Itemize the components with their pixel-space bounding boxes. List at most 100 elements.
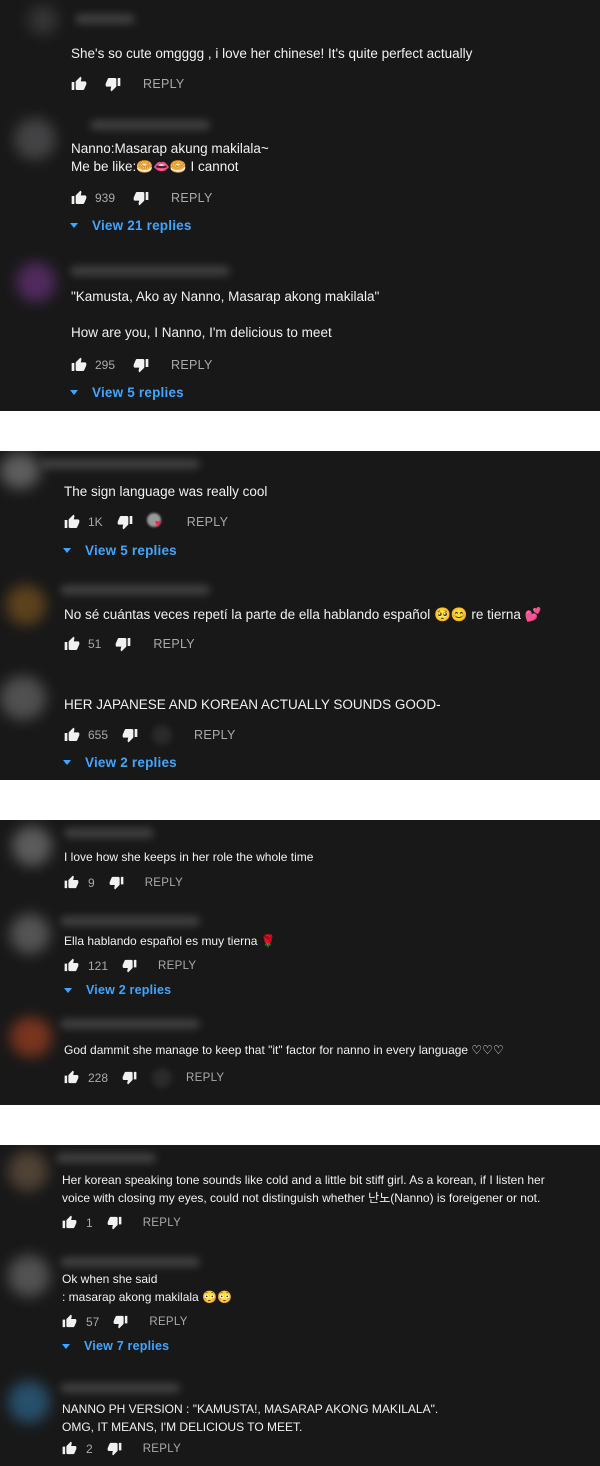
thumb-down-icon[interactable] <box>133 357 149 373</box>
comment-actions: 57 REPLY <box>62 1313 188 1331</box>
author-name[interactable] <box>56 1153 156 1163</box>
comment-actions: 121 REPLY <box>64 957 196 975</box>
thumb-down-icon[interactable] <box>113 1314 129 1330</box>
avatar[interactable] <box>0 453 40 489</box>
avatar[interactable] <box>12 826 52 866</box>
thumb-down-icon[interactable] <box>105 76 121 92</box>
comment-text: Nanno:Masarap akung makilala~ Me be like… <box>71 141 269 174</box>
comment: She's so cute omgggg , i love her chines… <box>0 0 600 100</box>
comment: The sign language was really cool 1K ♥ R… <box>0 451 600 571</box>
view-replies-button[interactable]: View 2 replies <box>63 755 177 770</box>
avatar[interactable] <box>16 262 56 302</box>
thumb-up-icon[interactable] <box>64 727 80 743</box>
comment-actions: REPLY <box>71 75 185 93</box>
avatar[interactable] <box>8 1381 50 1423</box>
expand-caret-icon <box>70 390 78 395</box>
like-count: 939 <box>95 191 116 205</box>
thumb-up-icon[interactable] <box>64 958 80 974</box>
thumb-up-icon[interactable] <box>62 1441 78 1457</box>
thumb-up-icon[interactable] <box>62 1314 78 1330</box>
comment-actions: 939 REPLY <box>71 189 213 207</box>
reply-button[interactable]: REPLY <box>186 1072 224 1084</box>
view-replies-button[interactable]: View 2 replies <box>64 983 171 997</box>
like-count: 228 <box>88 1071 109 1085</box>
avatar[interactable] <box>8 1151 48 1191</box>
reply-button[interactable]: REPLY <box>143 1443 181 1455</box>
avatar[interactable] <box>0 676 46 720</box>
view-replies-button[interactable]: View 5 replies <box>63 543 177 558</box>
comments-panel-2: The sign language was really cool 1K ♥ R… <box>0 451 600 780</box>
like-count: 121 <box>88 959 109 973</box>
author-name[interactable] <box>60 1257 200 1267</box>
reply-button[interactable]: REPLY <box>187 515 229 529</box>
expand-caret-icon <box>63 760 71 765</box>
comment: Nanno:Masarap akung makilala~ Me be like… <box>0 100 600 250</box>
author-name[interactable] <box>75 14 135 24</box>
expand-caret-icon <box>63 548 71 553</box>
thumb-down-icon[interactable] <box>109 875 125 891</box>
view-replies-button[interactable]: View 21 replies <box>70 218 192 233</box>
thumb-down-icon[interactable] <box>122 727 138 743</box>
creator-heart-icon <box>152 1068 173 1088</box>
thumb-up-icon[interactable] <box>71 76 87 92</box>
reply-button[interactable]: REPLY <box>153 637 195 651</box>
avatar[interactable] <box>8 1255 50 1297</box>
view-replies-button[interactable]: View 7 replies <box>62 1339 169 1353</box>
author-name[interactable] <box>60 1019 200 1029</box>
thumb-up-icon[interactable] <box>71 190 87 206</box>
expand-caret-icon <box>70 223 78 228</box>
like-count: 51 <box>88 637 102 651</box>
author-name[interactable] <box>90 120 210 130</box>
comment-text: The sign language was really cool <box>64 484 268 499</box>
avatar[interactable] <box>10 914 50 954</box>
reply-button[interactable]: REPLY <box>158 960 196 972</box>
comments-panel-1: She's so cute omgggg , i love her chines… <box>0 0 600 411</box>
author-name[interactable] <box>60 1383 180 1393</box>
reply-button[interactable]: REPLY <box>194 728 236 742</box>
reply-button[interactable]: REPLY <box>143 77 185 91</box>
like-count: 1 <box>86 1216 93 1230</box>
comment: Ok when she said : masarap akong makilal… <box>0 1245 600 1365</box>
thumb-up-icon[interactable] <box>64 1070 80 1086</box>
reply-button[interactable]: REPLY <box>143 1217 181 1229</box>
comment-text: NANNO PH VERSION : "KAMUSTA!, MASARAP AK… <box>62 1402 439 1434</box>
reply-button[interactable]: REPLY <box>149 1316 187 1328</box>
avatar[interactable] <box>14 118 56 160</box>
avatar[interactable] <box>10 1017 52 1057</box>
author-name[interactable] <box>60 585 210 595</box>
author-name[interactable] <box>60 916 200 926</box>
view-replies-button[interactable]: View 5 replies <box>70 385 184 400</box>
reply-button[interactable]: REPLY <box>171 358 213 372</box>
like-count: 655 <box>88 728 109 742</box>
thumb-up-icon[interactable] <box>64 514 80 530</box>
thumb-down-icon[interactable] <box>122 1070 138 1086</box>
creator-heart-icon: ♥ <box>146 513 165 531</box>
thumb-down-icon[interactable] <box>133 190 149 206</box>
comment: "Kamusta, Ako ay Nanno, Masarap akong ma… <box>0 250 600 411</box>
comment: Her korean speaking tone sounds like col… <box>0 1145 600 1245</box>
reply-button[interactable]: REPLY <box>145 877 183 889</box>
reply-button[interactable]: REPLY <box>171 191 213 205</box>
comment-actions: 228 REPLY <box>64 1068 224 1088</box>
comment-text: Ella hablando español es muy tierna 🌹 <box>64 934 276 948</box>
author-name[interactable] <box>64 828 154 838</box>
thumb-down-icon[interactable] <box>107 1441 123 1457</box>
thumb-up-icon[interactable] <box>62 1215 78 1231</box>
comment-actions: 295 REPLY <box>71 356 213 374</box>
author-name[interactable] <box>70 266 230 276</box>
view-replies-label: View 21 replies <box>92 218 192 233</box>
view-replies-label: View 5 replies <box>85 543 177 558</box>
thumb-up-icon[interactable] <box>64 636 80 652</box>
author-name[interactable] <box>40 459 200 469</box>
thumb-down-icon[interactable] <box>117 514 133 530</box>
thumb-down-icon[interactable] <box>107 1215 123 1231</box>
expand-caret-icon <box>62 1343 70 1349</box>
avatar[interactable] <box>28 5 58 35</box>
comments-panel-3: I love how she keeps in her role the who… <box>0 820 600 1105</box>
thumb-up-icon[interactable] <box>71 357 87 373</box>
avatar[interactable] <box>6 585 46 625</box>
thumb-down-icon[interactable] <box>115 636 131 652</box>
thumb-down-icon[interactable] <box>122 958 138 974</box>
thumb-up-icon[interactable] <box>64 875 80 891</box>
expand-caret-icon <box>64 987 72 993</box>
